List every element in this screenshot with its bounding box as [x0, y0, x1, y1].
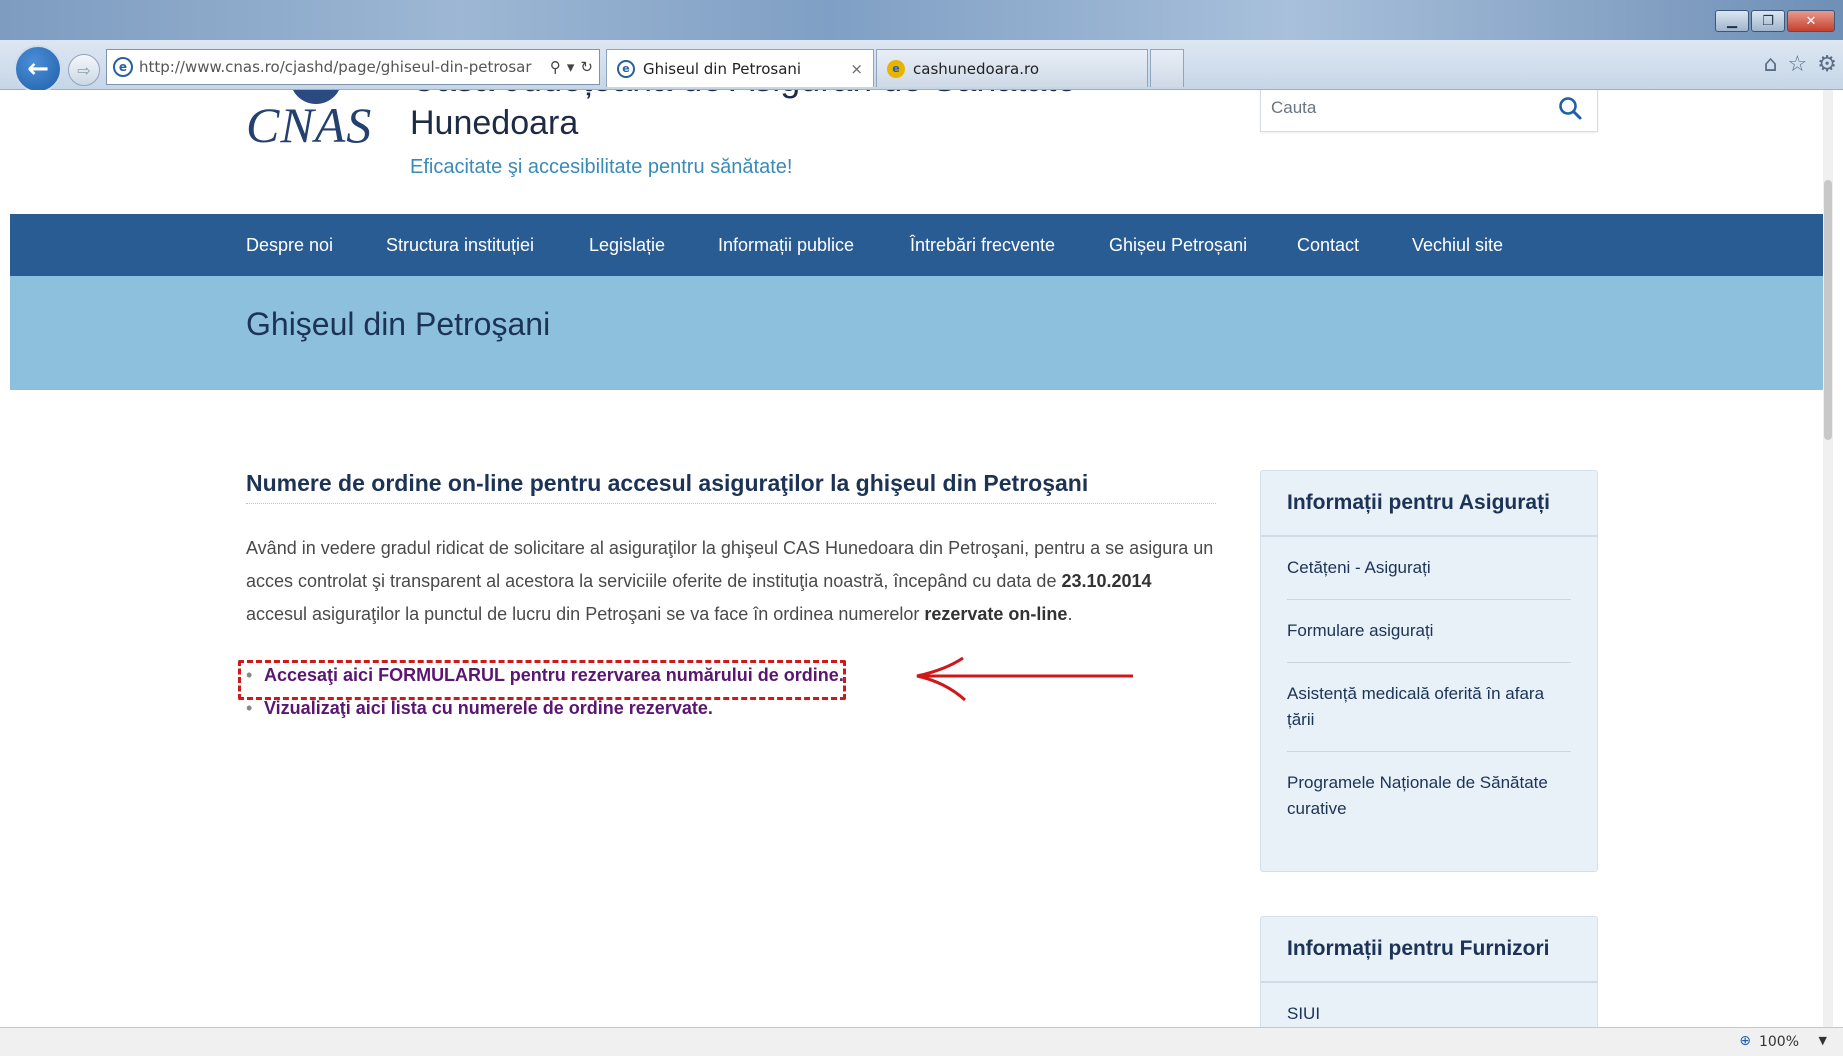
org-name-partial: Casa Județeană de Asigurări de Sănătate	[410, 90, 1076, 100]
zoom-icon: ⊕	[1739, 1033, 1751, 1049]
new-tab-button[interactable]	[1150, 49, 1184, 87]
page-scrollbar[interactable]	[1823, 90, 1833, 1027]
sidebar-item-siui[interactable]: SIUI	[1287, 983, 1571, 1027]
title-band: Ghişeul din Petroşani	[10, 276, 1823, 390]
back-arrow-icon: ←	[27, 54, 49, 84]
tab-label: Ghiseul din Petrosani	[643, 59, 802, 78]
back-button[interactable]: ←	[14, 45, 62, 93]
org-name: Hunedoara	[410, 104, 579, 142]
site-tagline: Eficacitate şi accesibilitate pentru săn…	[410, 156, 793, 178]
sidebar-card-asigurati: Informații pentru Asigurați Cetățeni - A…	[1260, 470, 1598, 872]
start-date: 23.10.2014	[1061, 571, 1152, 591]
sidebar-item-cetateni[interactable]: Cetățeni - Asigurați	[1287, 537, 1571, 600]
settings-icon[interactable]: ⚙	[1817, 52, 1837, 77]
browser-toolbar: ← ⇨ e http://www.cnas.ro/cjashd/page/ghi…	[0, 40, 1843, 93]
nav-ghiseu-petrosani[interactable]: Ghișeu Petroșani	[1109, 214, 1247, 276]
toolbar-icons: ⌂ ☆ ⚙	[1764, 52, 1837, 77]
article-body: Având in vedere gradul ridicat de solici…	[246, 538, 1214, 624]
tab-label: cashunedoara.ro	[913, 59, 1040, 78]
nav-contact[interactable]: Contact	[1297, 214, 1359, 276]
browser-window: ▁ ❐ ✕ ← ⇨ e http://www.cnas.ro/cjashd/pa…	[0, 0, 1843, 1056]
title-bar: ▁ ❐ ✕	[0, 0, 1843, 40]
sidebar-item-programe[interactable]: Programele Naționale de Sănătate curativ…	[1287, 752, 1571, 840]
card-heading: Informații pentru Asigurați	[1261, 471, 1597, 537]
nav-structura-institutiei[interactable]: Structura instituției	[386, 214, 534, 276]
page-title: Ghişeul din Petroşani	[246, 306, 551, 342]
card-heading: Informații pentru Furnizori	[1261, 917, 1597, 983]
search-box	[1260, 90, 1598, 132]
tab-cashunedoara[interactable]: e cashunedoara.ro	[876, 49, 1148, 87]
nav-informatii-publice[interactable]: Informații publice	[718, 214, 854, 276]
main-navigation: Despre noi Structura instituției Legisla…	[10, 214, 1823, 276]
annotation-arrow-icon	[916, 656, 1133, 702]
close-window-button[interactable]: ✕	[1787, 10, 1835, 32]
ie-icon: e	[887, 59, 905, 78]
search-icon[interactable]	[1557, 95, 1583, 121]
sidebar-item-asistenta[interactable]: Asistență medicală oferită în afara țări…	[1287, 663, 1571, 752]
scrollbar-thumb[interactable]	[1824, 180, 1832, 440]
status-bar: ⊕ 100% ▼	[0, 1027, 1843, 1056]
url-text[interactable]: http://www.cnas.ro/cjashd/page/ghiseul-d…	[139, 58, 544, 76]
favorites-icon[interactable]: ☆	[1788, 52, 1808, 77]
article-heading: Numere de ordine on-line pentru accesul …	[246, 470, 1216, 504]
nav-despre-noi[interactable]: Despre noi	[246, 214, 333, 276]
search-input[interactable]	[1271, 90, 1541, 131]
web-page: CNAS Casa Județeană de Asigurări de Sănă…	[10, 90, 1833, 1027]
sidebar-card-furnizori: Informații pentru Furnizori SIUI	[1260, 916, 1598, 1027]
forward-button[interactable]: ⇨	[68, 54, 100, 86]
nav-intrebari-frecvente[interactable]: Întrebări frecvente	[910, 214, 1055, 276]
ie-icon: e	[113, 57, 133, 77]
site-logo[interactable]: CNAS	[246, 96, 372, 154]
home-icon[interactable]: ⌂	[1764, 52, 1778, 77]
minimize-button[interactable]: ▁	[1715, 10, 1749, 32]
tab-ghiseul-petrosani[interactable]: e Ghiseul din Petrosani ×	[606, 49, 874, 87]
zoom-dropdown-icon[interactable]: ▼	[1819, 1034, 1827, 1047]
address-search-icon[interactable]: ⚲	[550, 58, 561, 76]
ie-icon: e	[617, 59, 635, 78]
address-dropdown-icon[interactable]: ▾	[567, 58, 575, 76]
reserved-numbers-link[interactable]: Vizualizaţi aici lista cu numerele de or…	[264, 698, 713, 718]
window-controls: ▁ ❐ ✕	[1715, 10, 1835, 32]
annotation-highlight-box	[238, 660, 846, 700]
restore-button[interactable]: ❐	[1751, 10, 1785, 32]
nav-legislatie[interactable]: Legislație	[589, 214, 665, 276]
refresh-icon[interactable]: ↻	[580, 58, 593, 76]
nav-vechiul-site[interactable]: Vechiul site	[1412, 214, 1503, 276]
forward-arrow-icon: ⇨	[77, 60, 91, 80]
address-bar[interactable]: e http://www.cnas.ro/cjashd/page/ghiseul…	[106, 49, 600, 85]
tab-close-icon[interactable]: ×	[850, 60, 863, 78]
sidebar-item-formulare[interactable]: Formulare asigurați	[1287, 600, 1571, 663]
zoom-level[interactable]: 100%	[1759, 1034, 1799, 1050]
rezervate-online: rezervate on-line	[924, 604, 1068, 624]
